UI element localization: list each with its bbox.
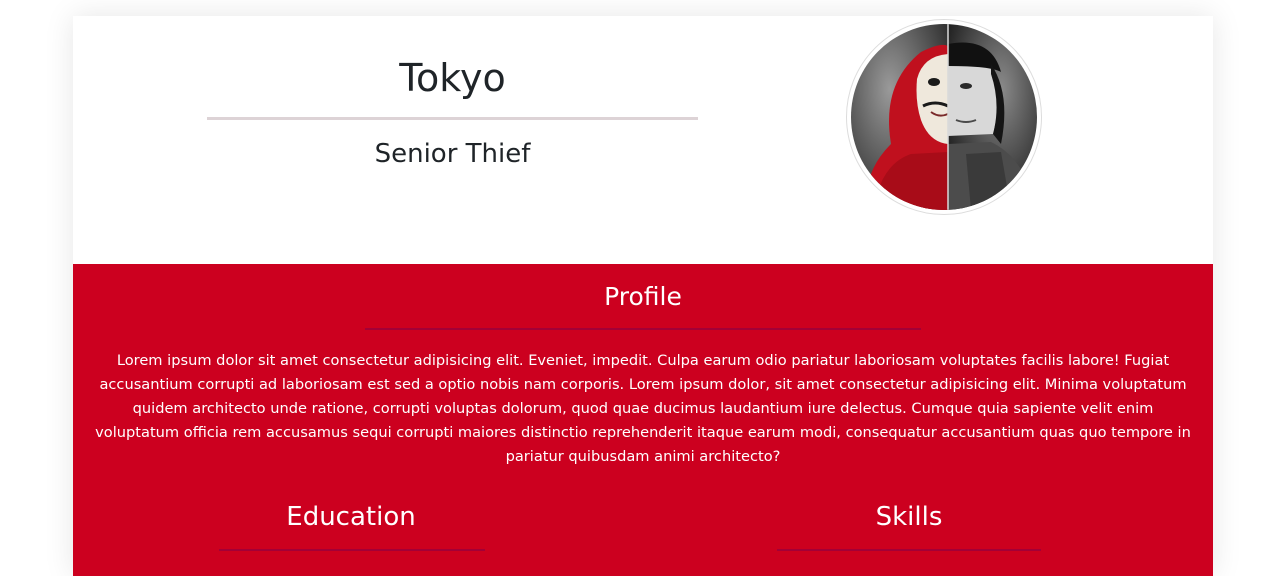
name-divider	[207, 117, 698, 120]
person-role: Senior Thief	[374, 139, 531, 169]
avatar-image	[851, 24, 1037, 210]
resume-body: Profile Lorem ipsum dolor sit amet conse…	[73, 264, 1213, 576]
profile-heading: Profile	[604, 282, 682, 311]
education-divider	[219, 549, 485, 551]
profile-text: Lorem ipsum dolor sit amet consectetur a…	[95, 352, 1191, 465]
person-name: Tokyo	[399, 56, 506, 100]
skills-divider	[777, 549, 1041, 551]
resume-header: Tokyo Senior Thief	[73, 16, 1213, 264]
profile-divider	[365, 328, 921, 330]
resume-card: Tokyo Senior Thief Profile Lorem ipsum d…	[73, 16, 1213, 576]
avatar	[846, 19, 1042, 215]
skills-heading: Skills	[875, 502, 943, 532]
education-heading: Education	[286, 502, 416, 532]
